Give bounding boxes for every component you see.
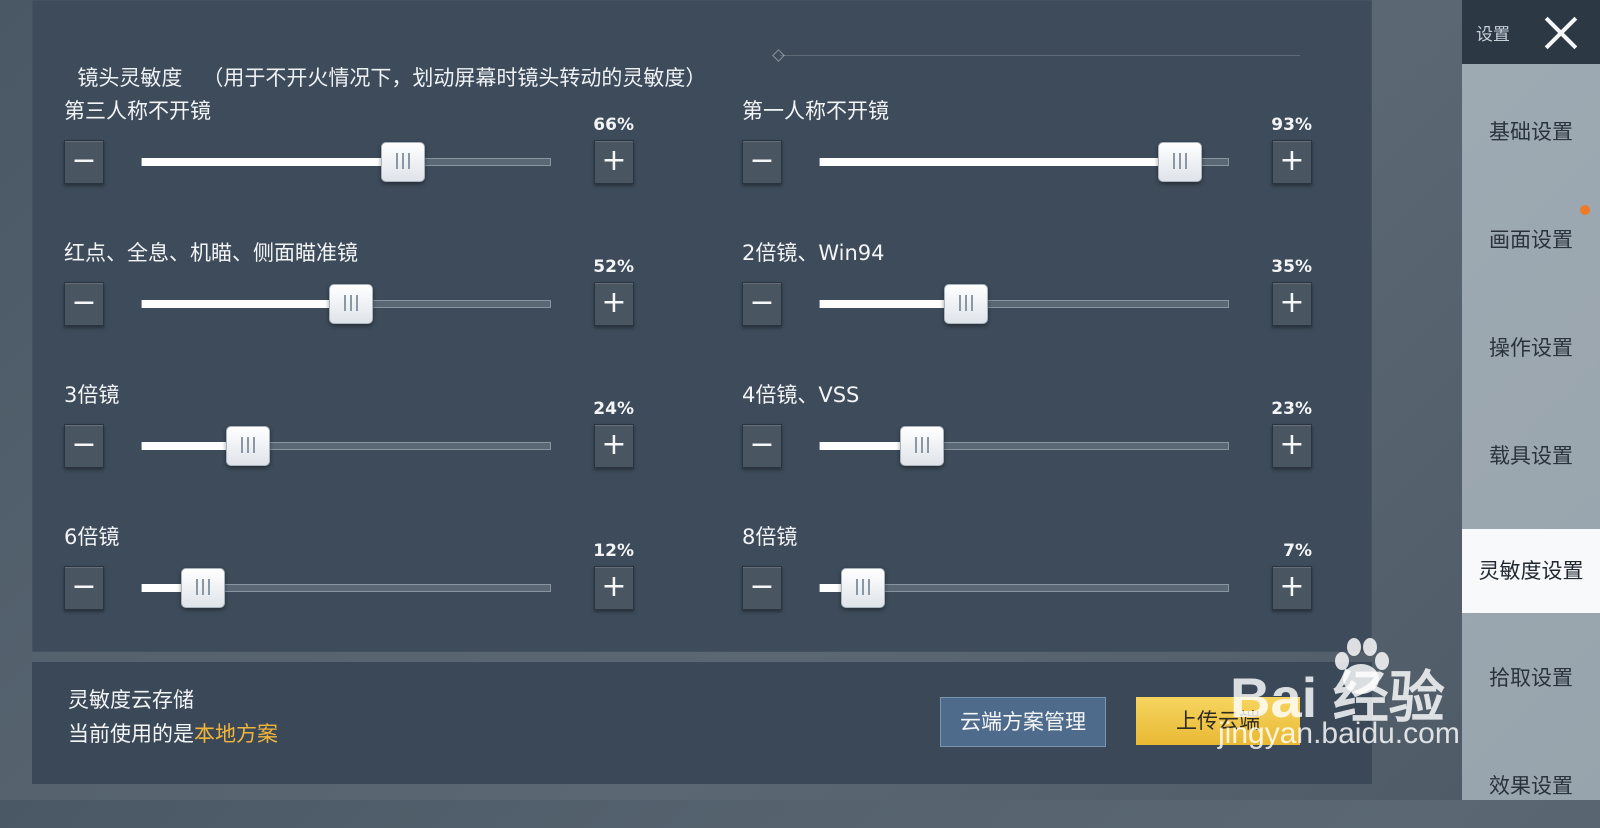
settings-sidebar: 设置 基础设置 画面设置 操作设置 载具设置 灵敏度设置 拾取设置 效果设置: [1462, 0, 1600, 800]
slider-track[interactable]: [819, 142, 1229, 182]
increase-button[interactable]: +: [594, 566, 634, 610]
increase-button[interactable]: +: [594, 424, 634, 468]
slider-thumb[interactable]: [181, 568, 225, 608]
decrease-button[interactable]: −: [64, 282, 104, 326]
status-prefix: 当前使用的是: [68, 722, 194, 746]
slider-fill: [142, 442, 231, 450]
slider-value: 93%: [1271, 115, 1312, 135]
increase-button[interactable]: +: [594, 140, 634, 184]
slider-thumb[interactable]: [944, 284, 988, 324]
slider-value: 52%: [593, 257, 634, 277]
decrease-button[interactable]: −: [742, 140, 782, 184]
sidebar-item-vehicle[interactable]: 载具设置: [1462, 414, 1600, 498]
decrease-button[interactable]: −: [64, 424, 104, 468]
slider-thumb[interactable]: [381, 142, 425, 182]
slider-track[interactable]: [141, 426, 551, 466]
slider-value: 66%: [593, 115, 634, 135]
section-note: （用于不开火情况下，划动屏幕时镜头转动的灵敏度）: [202, 66, 707, 90]
slider-thumb[interactable]: [329, 284, 373, 324]
slider-fill: [142, 158, 386, 166]
slider-fill: [820, 158, 1163, 166]
slider-thumb[interactable]: [1158, 142, 1202, 182]
section-title: 镜头灵敏度: [77, 66, 183, 90]
sidebar-header: 设置: [1462, 0, 1600, 64]
slider-row: 3倍镜 24% − +: [64, 379, 634, 489]
cloud-storage-title: 灵敏度云存储: [68, 688, 194, 712]
slider-value: 12%: [593, 541, 634, 561]
sidebar-item-basic[interactable]: 基础设置: [1462, 90, 1600, 174]
slider-track[interactable]: [819, 568, 1229, 608]
decrease-button[interactable]: −: [742, 282, 782, 326]
decrease-button[interactable]: −: [64, 566, 104, 610]
increase-button[interactable]: +: [1272, 424, 1312, 468]
slider-row: 红点、全息、机瞄、侧面瞄准镜 52% − +: [64, 237, 634, 347]
slider-track[interactable]: [141, 568, 551, 608]
slider-row: 2倍镜、Win94 35% − +: [742, 237, 1312, 347]
slider-fill: [142, 300, 334, 308]
cloud-storage-section: 灵敏度云存储 当前使用的是本地方案 云端方案管理 上传云端: [32, 662, 1372, 784]
sidebar-item-effects[interactable]: 效果设置: [1462, 744, 1600, 828]
slider-thumb[interactable]: [226, 426, 270, 466]
sidebar-item-sensitivity[interactable]: 灵敏度设置: [1462, 529, 1600, 613]
increase-button[interactable]: +: [1272, 282, 1312, 326]
slider-row: 第三人称不开镜 66% − +: [64, 95, 634, 205]
decrease-button[interactable]: −: [742, 424, 782, 468]
slider-label: 3倍镜: [64, 383, 120, 407]
slider-label: 第三人称不开镜: [64, 99, 211, 123]
sidebar-title: 设置: [1476, 25, 1510, 45]
sidebar-item-pickup[interactable]: 拾取设置: [1462, 636, 1600, 720]
slider-label: 第一人称不开镜: [742, 99, 889, 123]
current-scheme: 本地方案: [194, 722, 278, 746]
slider-label: 8倍镜: [742, 525, 798, 549]
slider-value: 23%: [1271, 399, 1312, 419]
header-divider: [780, 55, 1300, 56]
slider-value: 35%: [1271, 257, 1312, 277]
section-header: 镜头灵敏度 （用于不开火情况下，划动屏幕时镜头转动的灵敏度）: [64, 38, 706, 92]
decrease-button[interactable]: −: [64, 140, 104, 184]
slider-track[interactable]: [819, 426, 1229, 466]
slider-label: 4倍镜、VSS: [742, 383, 860, 407]
slider-label: 红点、全息、机瞄、侧面瞄准镜: [64, 241, 358, 265]
slider-fill: [142, 584, 186, 592]
slider-fill: [820, 442, 905, 450]
slider-row: 第一人称不开镜 93% − +: [742, 95, 1312, 205]
slider-row: 4倍镜、VSS 23% − +: [742, 379, 1312, 489]
slider-track[interactable]: [141, 284, 551, 324]
slider-track[interactable]: [141, 142, 551, 182]
increase-button[interactable]: +: [1272, 140, 1312, 184]
notification-dot: [1580, 205, 1590, 215]
increase-button[interactable]: +: [1272, 566, 1312, 610]
cloud-storage-status: 当前使用的是本地方案: [68, 718, 278, 748]
slider-row: 6倍镜 12% − +: [64, 521, 634, 631]
slider-thumb[interactable]: [900, 426, 944, 466]
slider-value: 24%: [593, 399, 634, 419]
slider-thumb[interactable]: [841, 568, 885, 608]
slider-track[interactable]: [819, 284, 1229, 324]
slider-label: 6倍镜: [64, 525, 120, 549]
upload-to-cloud-button[interactable]: 上传云端: [1136, 697, 1300, 745]
increase-button[interactable]: +: [594, 282, 634, 326]
decrease-button[interactable]: −: [742, 566, 782, 610]
sidebar-item-controls[interactable]: 操作设置: [1462, 306, 1600, 390]
slider-fill: [820, 300, 949, 308]
slider-value: 7%: [1283, 541, 1312, 561]
cloud-scheme-manage-button[interactable]: 云端方案管理: [940, 697, 1106, 747]
close-icon[interactable]: [1538, 10, 1584, 56]
slider-label: 2倍镜、Win94: [742, 241, 885, 265]
slider-row: 8倍镜 7% − +: [742, 521, 1312, 631]
